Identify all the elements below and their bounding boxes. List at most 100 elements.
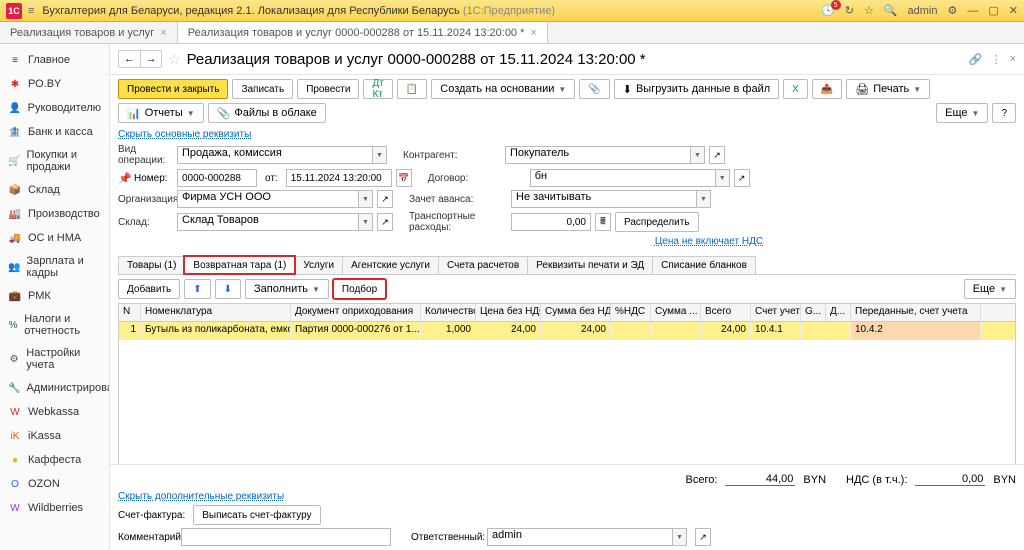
link-icon[interactable]: 🔗 — [969, 53, 983, 66]
pin-icon[interactable]: 📌 — [118, 172, 130, 185]
warehouse-input[interactable]: Склад Товаров▼ — [177, 213, 373, 231]
help-button[interactable]: ? — [992, 103, 1016, 123]
move-up-button[interactable]: ⬆ — [184, 279, 210, 299]
sidebar-item[interactable]: ✱РО.BY — [0, 72, 109, 96]
sidebar-item[interactable]: 🏦Банк и касса — [0, 120, 109, 144]
history-icon[interactable]: ↻ — [845, 4, 854, 17]
doc-tab[interactable]: Возвратная тара (1) — [184, 256, 295, 274]
tab-close-icon[interactable]: × — [530, 27, 536, 39]
open-ref-button[interactable]: ↗ — [377, 190, 393, 208]
calc-icon[interactable]: 🖩 — [595, 213, 611, 231]
cell[interactable] — [801, 322, 826, 340]
cell[interactable]: Бутыль из поликарбоната, емкость 18,9л — [141, 322, 291, 340]
sidebar-item[interactable]: WWebkassa — [0, 400, 109, 424]
sidebar-item[interactable]: 🚚ОС и НМА — [0, 226, 109, 250]
cell[interactable]: Партия 0000-000276 от 1... — [291, 322, 421, 340]
cell[interactable] — [826, 322, 851, 340]
minimize-icon[interactable]: — — [967, 5, 978, 17]
column-header[interactable]: Документ оприходования — [291, 304, 421, 321]
sidebar-item[interactable]: 🛒Покупки и продажи — [0, 144, 109, 178]
edo-button[interactable]: 📤 — [812, 79, 842, 99]
distribute-button[interactable]: Распределить — [615, 212, 699, 232]
hide-extra-fields-link[interactable]: Скрыть дополнительные реквизиты — [118, 491, 284, 502]
column-header[interactable]: Всего — [701, 304, 751, 321]
excel-button[interactable]: X — [783, 79, 808, 99]
sidebar-item[interactable]: 💼РМК — [0, 284, 109, 308]
date-input[interactable] — [286, 169, 392, 187]
cell[interactable]: 24,00 — [541, 322, 611, 340]
column-header[interactable]: N — [119, 304, 141, 321]
maximize-icon[interactable]: ▢ — [988, 4, 998, 17]
calendar-icon[interactable]: 📅 — [396, 169, 412, 187]
move-down-button[interactable]: ⬇ — [215, 279, 241, 299]
doc-tab[interactable]: Агентские услуги — [342, 256, 439, 274]
doc-tab[interactable]: Товары (1) — [118, 256, 185, 274]
attach-button[interactable]: 📎 — [579, 79, 609, 99]
column-header[interactable]: G... — [801, 304, 826, 321]
open-ref-button[interactable]: ↗ — [377, 213, 393, 231]
responsible-input[interactable]: admin▼ — [487, 528, 687, 546]
dt-kt-button[interactable]: ДтКт — [363, 79, 392, 99]
sidebar-item[interactable]: 👤Руководителю — [0, 96, 109, 120]
tab-close-icon[interactable]: × — [160, 27, 166, 39]
movements-button[interactable]: 📋 — [397, 79, 427, 99]
invoice-button[interactable]: Выписать счет-фактуру — [193, 505, 320, 525]
doc-tab[interactable]: Услуги — [294, 256, 343, 274]
close-doc-icon[interactable]: × — [1010, 53, 1016, 66]
tab-list[interactable]: Реализация товаров и услуг× — [0, 22, 178, 43]
open-ref-button[interactable]: ↗ — [734, 169, 750, 187]
sidebar-item[interactable]: 🏭Производство — [0, 202, 109, 226]
sidebar-item[interactable]: iKiKassa — [0, 424, 109, 448]
sidebar-item[interactable]: ●Каффеста — [0, 448, 109, 472]
cell[interactable]: 1 — [119, 322, 141, 340]
advance-input[interactable]: Не зачитывать▼ — [511, 190, 711, 208]
price-vat-link[interactable]: Цена не включает НДС — [655, 236, 763, 247]
column-header[interactable]: Счет учета — [751, 304, 801, 321]
sidebar-item[interactable]: ≡Главное — [0, 48, 109, 72]
reports-button[interactable]: 📊Отчеты▼ — [118, 103, 204, 123]
counterparty-input[interactable]: Покупатель▼ — [505, 146, 705, 164]
search-icon[interactable]: 🔍 — [884, 4, 898, 17]
print-button[interactable]: 🖨Печать▼ — [846, 79, 930, 99]
export-button[interactable]: ⬇Выгрузить данные в файл — [614, 79, 779, 99]
doc-tab[interactable]: Реквизиты печати и ЭД — [527, 256, 653, 274]
sidebar-item[interactable]: WWildberries — [0, 496, 109, 520]
column-header[interactable]: Переданные, счет учета — [851, 304, 981, 321]
sidebar-item[interactable]: 👥Зарплата и кадры — [0, 250, 109, 284]
user-label[interactable]: admin — [908, 5, 938, 17]
sidebar-item[interactable]: %Налоги и отчетность — [0, 308, 109, 342]
files-button[interactable]: 📎Файлы в облаке — [208, 103, 326, 123]
add-row-button[interactable]: Добавить — [118, 279, 180, 299]
sidebar-item[interactable]: 📦Склад — [0, 178, 109, 202]
open-ref-button[interactable]: ↗ — [695, 528, 711, 546]
tab-document[interactable]: Реализация товаров и услуг 0000-000288 о… — [178, 22, 548, 43]
fill-button[interactable]: Заполнить▼ — [245, 279, 329, 299]
save-button[interactable]: Записать — [232, 79, 293, 99]
contract-input[interactable]: бн▼ — [530, 169, 730, 187]
column-header[interactable]: Номенклатура — [141, 304, 291, 321]
table-more-button[interactable]: Еще▼ — [964, 279, 1016, 299]
post-close-button[interactable]: Провести и закрыть — [118, 79, 228, 99]
column-header[interactable]: Сумма без НДС — [541, 304, 611, 321]
sidebar-item[interactable]: ⚙Настройки учета — [0, 342, 109, 376]
settings-icon[interactable]: ⚙ — [948, 4, 958, 17]
post-button[interactable]: Провести — [297, 79, 359, 99]
column-header[interactable]: Д... — [826, 304, 851, 321]
open-ref-button[interactable]: ↗ — [709, 146, 725, 164]
close-icon[interactable]: ✕ — [1009, 4, 1018, 17]
favorite-icon[interactable]: ☆ — [168, 51, 181, 68]
cell[interactable]: 10.4.2 — [851, 322, 981, 340]
more-button[interactable]: Еще▼ — [936, 103, 988, 123]
operation-type-input[interactable]: Продажа, комиссия▼ — [177, 146, 387, 164]
column-header[interactable]: Количество — [421, 304, 476, 321]
column-header[interactable]: Цена без НДС — [476, 304, 541, 321]
cell[interactable]: 1,000 — [421, 322, 476, 340]
cell[interactable]: 24,00 — [701, 322, 751, 340]
column-header[interactable]: Сумма ... — [651, 304, 701, 321]
sidebar-item[interactable]: OOZON — [0, 472, 109, 496]
more-icon[interactable]: ⋮ — [991, 53, 1002, 66]
org-input[interactable]: Фирма УСН ООО▼ — [177, 190, 373, 208]
hide-main-fields-link[interactable]: Скрыть основные реквизиты — [110, 127, 1024, 142]
doc-tab[interactable]: Списание бланков — [652, 256, 756, 274]
number-input[interactable] — [177, 169, 257, 187]
